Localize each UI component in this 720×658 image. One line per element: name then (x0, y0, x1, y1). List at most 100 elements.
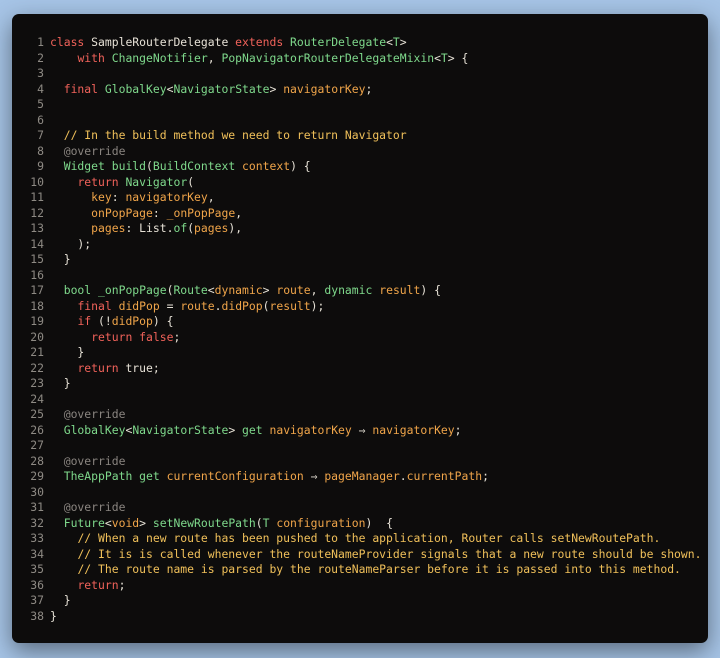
code-token: TheAppPath (63, 469, 133, 483)
code-line: 9 Widget build(BuildContext context) { (24, 159, 704, 175)
line-number: 33 (30, 531, 44, 545)
code-token: . (399, 469, 407, 483)
line-number: 32 (30, 515, 44, 530)
code-token: return (77, 174, 119, 189)
code-token: currentConfiguration (166, 469, 304, 483)
code-line: 34 // It is is called whenever the route… (24, 547, 704, 563)
code-line: 26 GlobalKey<NavigatorState> get navigat… (24, 423, 704, 439)
code-text: // In the build method we need to return… (50, 128, 407, 144)
code-token: , (207, 50, 222, 65)
code-token: return (77, 577, 119, 592)
code-token: > (269, 81, 284, 96)
code-line: 12 onPopPage: _onPopPage, (24, 206, 704, 222)
line-number: 8 (37, 143, 44, 158)
code-token: Route (173, 283, 208, 297)
code-text: key: navigatorKey, (50, 190, 214, 206)
code-line: 18 final didPop = route.didPop(result); (24, 299, 704, 315)
code-line: 1 class SampleRouterDelegate extends Rout… (24, 35, 704, 51)
line-number: 25 (30, 407, 44, 421)
code-token: result (379, 283, 421, 297)
code-text: } (50, 376, 71, 392)
code-token: navigatorKey (269, 422, 352, 437)
code-line: 36 return; (24, 578, 704, 594)
code-token: dynamic (324, 283, 373, 297)
line-number: 27 (30, 438, 44, 452)
code-line: 17 bool _onPopPage(Route<dynamic> route,… (24, 283, 704, 299)
code-token: get (242, 422, 263, 437)
code-token: , (310, 283, 325, 297)
code-token: ); (310, 298, 325, 313)
code-line: 31 @override (24, 500, 704, 516)
code-text: return true; (50, 360, 159, 377)
code-token: ); (50, 236, 92, 251)
code-token: return (77, 360, 119, 375)
code-text: } (50, 593, 71, 609)
code-text: } (50, 252, 71, 268)
code-editor[interactable]: 1 class SampleRouterDelegate extends Rout… (24, 35, 704, 624)
line-number: 21 (30, 345, 44, 359)
line-number: 11 (30, 190, 44, 204)
code-token: _onPopPage (98, 283, 167, 297)
code-text: } (50, 345, 84, 361)
code-token: > (262, 283, 277, 297)
code-token: ⇒ (303, 469, 325, 483)
line-number: 9 (37, 159, 44, 173)
code-token: @override (63, 407, 126, 421)
code-text: if (!didPop) { (50, 314, 173, 330)
code-token: void (111, 515, 140, 530)
code-token: result (269, 298, 311, 313)
code-token: final (63, 81, 99, 96)
code-text: final GlobalKey<NavigatorState> navigato… (50, 81, 373, 98)
line-number: 34 (30, 546, 44, 561)
code-token: pages (194, 221, 229, 235)
line-number: 2 (37, 50, 44, 65)
code-token: didPop (118, 298, 160, 313)
code-token: ; (118, 577, 126, 592)
code-token: < (207, 283, 215, 297)
line-number: 26 (30, 422, 44, 437)
code-token: T (440, 50, 448, 65)
code-token: // When a new route has been pushed to t… (77, 531, 661, 545)
line-number: 19 (30, 314, 44, 328)
code-token: } (50, 593, 71, 607)
code-token: NavigatorState (173, 81, 270, 96)
code-token: RouterDelegate (290, 35, 387, 49)
code-token: ⇒ (351, 422, 373, 437)
code-token: ( (187, 174, 195, 189)
line-number: 35 (30, 562, 44, 576)
code-text: TheAppPath get currentConfiguration ⇒ pa… (50, 469, 489, 485)
code-token: : (152, 205, 167, 220)
code-token: with (77, 50, 105, 65)
code-line: 11 key: navigatorKey, (24, 190, 704, 206)
code-token: ) { (152, 314, 174, 328)
line-number: 16 (30, 267, 44, 282)
code-token: setNewRoutePath (152, 515, 256, 530)
code-line: 28 @override (24, 454, 704, 470)
code-line: 35 // The route name is parsed by the ro… (24, 562, 704, 578)
code-token: : (125, 221, 140, 235)
code-token: false (139, 329, 174, 344)
code-text: return false; (50, 330, 180, 346)
code-line: 24 (24, 392, 704, 408)
code-token: } (50, 252, 71, 266)
code-token: @override (63, 143, 126, 158)
code-token: SampleRouterDelegate (84, 35, 236, 49)
code-token: ( (262, 298, 270, 313)
code-text: return Navigator( (50, 175, 194, 191)
code-token: ChangeNotifier (111, 50, 208, 65)
code-text: GlobalKey<NavigatorState> get navigatorK… (50, 423, 462, 439)
code-token: > (139, 515, 153, 530)
